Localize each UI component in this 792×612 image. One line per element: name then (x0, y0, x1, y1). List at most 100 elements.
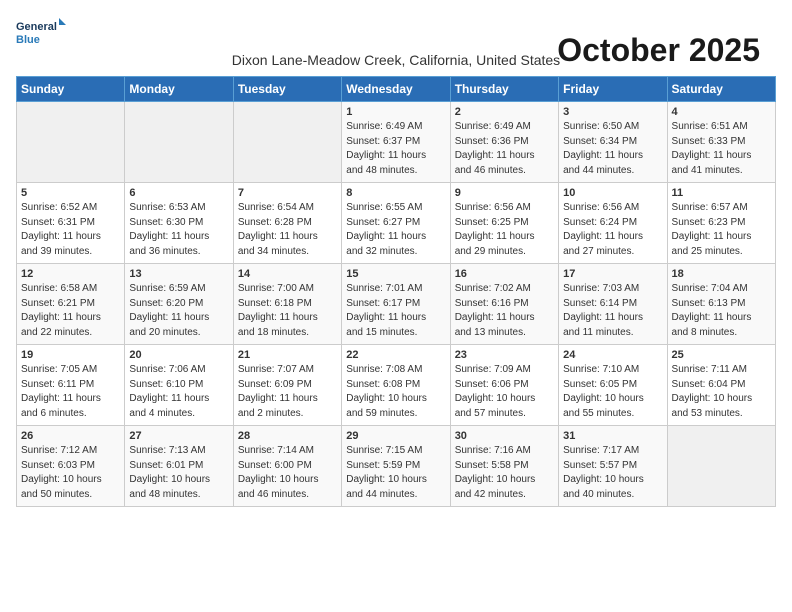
day-cell: 5Sunrise: 6:52 AMSunset: 6:31 PMDaylight… (17, 183, 125, 264)
day-cell: 17 Sunrise: 7:03 AMSunset: 6:14 PMDayligh… (559, 264, 667, 345)
day-info: Sunrise: 7:12 AMSunset: 6:03 PMDaylight:… (21, 444, 120, 502)
day-cell: 2 Sunrise: 6:49 AMSunset: 6:36 PMDaylight… (450, 102, 558, 183)
day-cell: 3 Sunrise: 6:50 AMSunset: 6:34 PMDaylight… (559, 102, 667, 183)
day-info: Sunrise: 6:56 AMSunset: 6:24 PMDaylight:… (563, 201, 662, 259)
day-cell: 10 Sunrise: 6:56 AMSunset: 6:24 PMDayligh… (559, 183, 667, 264)
month-title: October 2025 (557, 32, 760, 69)
day-number: 31 (563, 430, 662, 442)
day-number: 21 (238, 349, 337, 361)
day-number: 9 (455, 187, 554, 199)
day-cell: 11 Sunrise: 6:57 AMSunset: 6:23 PMDayligh… (667, 183, 775, 264)
day-number: 3 (563, 106, 662, 118)
day-info: Sunrise: 6:59 AMSunset: 6:20 PMDaylight:… (129, 282, 228, 340)
day-number: 23 (455, 349, 554, 361)
day-number: 25 (672, 349, 771, 361)
day-cell (125, 102, 233, 183)
day-info: Sunrise: 7:04 AMSunset: 6:13 PMDaylight:… (672, 282, 771, 340)
day-number: 18 (672, 268, 771, 280)
day-number: 12 (21, 268, 120, 280)
day-number: 7 (238, 187, 337, 199)
header-sunday: Sunday (17, 77, 125, 102)
day-info: Sunrise: 6:49 AMSunset: 6:36 PMDaylight:… (455, 120, 554, 178)
day-cell: 20Sunrise: 7:06 AMSunset: 6:10 PMDayligh… (125, 345, 233, 426)
day-cell: 26 Sunrise: 7:12 AMSunset: 6:03 PMDayligh… (17, 426, 125, 507)
day-info: Sunrise: 6:49 AMSunset: 6:37 PMDaylight:… (346, 120, 445, 178)
day-cell: 25 Sunrise: 7:11 AMSunset: 6:04 PMDayligh… (667, 345, 775, 426)
day-info: Sunrise: 6:57 AMSunset: 6:23 PMDaylight:… (672, 201, 771, 259)
day-number: 2 (455, 106, 554, 118)
day-info: Sunrise: 7:07 AMSunset: 6:09 PMDaylight:… (238, 363, 337, 421)
day-number: 27 (129, 430, 228, 442)
day-number: 1 (346, 106, 445, 118)
day-cell: 19 Sunrise: 7:05 AMSunset: 6:11 PMDayligh… (17, 345, 125, 426)
header-monday: Monday (125, 77, 233, 102)
day-number: 16 (455, 268, 554, 280)
logo-svg: General Blue (16, 16, 66, 48)
day-number: 4 (672, 106, 771, 118)
day-number: 10 (563, 187, 662, 199)
day-cell: 13 Sunrise: 6:59 AMSunset: 6:20 PMDayligh… (125, 264, 233, 345)
day-number: 28 (238, 430, 337, 442)
day-info: Sunrise: 7:00 AMSunset: 6:18 PMDaylight:… (238, 282, 337, 340)
day-cell: 4 Sunrise: 6:51 AMSunset: 6:33 PMDaylight… (667, 102, 775, 183)
day-number: 14 (238, 268, 337, 280)
day-info: Sunrise: 7:11 AMSunset: 6:04 PMDaylight:… (672, 363, 771, 421)
day-number: 15 (346, 268, 445, 280)
day-cell: 18 Sunrise: 7:04 AMSunset: 6:13 PMDayligh… (667, 264, 775, 345)
day-cell: 15 Sunrise: 7:01 AMSunset: 6:17 PMDayligh… (342, 264, 450, 345)
day-number: 17 (563, 268, 662, 280)
day-number: 29 (346, 430, 445, 442)
week-row-3: 12 Sunrise: 6:58 AMSunset: 6:21 PMDayligh… (17, 264, 776, 345)
day-cell: 12 Sunrise: 6:58 AMSunset: 6:21 PMDayligh… (17, 264, 125, 345)
day-cell (667, 426, 775, 507)
week-row-2: 5Sunrise: 6:52 AMSunset: 6:31 PMDaylight… (17, 183, 776, 264)
day-number: 30 (455, 430, 554, 442)
day-cell: 8 Sunrise: 6:55 AMSunset: 6:27 PMDaylight… (342, 183, 450, 264)
day-cell (17, 102, 125, 183)
day-info: Sunrise: 6:53 AMSunset: 6:30 PMDaylight:… (129, 201, 228, 259)
svg-text:Blue: Blue (16, 34, 40, 46)
day-info: Sunrise: 7:01 AMSunset: 6:17 PMDaylight:… (346, 282, 445, 340)
day-cell: 23 Sunrise: 7:09 AMSunset: 6:06 PMDayligh… (450, 345, 558, 426)
day-info: Sunrise: 7:14 AMSunset: 6:00 PMDaylight:… (238, 444, 337, 502)
day-number: 24 (563, 349, 662, 361)
day-cell: 24 Sunrise: 7:10 AMSunset: 6:05 PMDayligh… (559, 345, 667, 426)
calendar-table: SundayMondayTuesdayWednesdayThursdayFrid… (16, 76, 776, 507)
day-info: Sunrise: 7:03 AMSunset: 6:14 PMDaylight:… (563, 282, 662, 340)
day-cell: 9 Sunrise: 6:56 AMSunset: 6:25 PMDaylight… (450, 183, 558, 264)
day-cell: 1 Sunrise: 6:49 AMSunset: 6:37 PMDaylight… (342, 102, 450, 183)
day-info: Sunrise: 6:51 AMSunset: 6:33 PMDaylight:… (672, 120, 771, 178)
day-number: 19 (21, 349, 120, 361)
week-row-5: 26 Sunrise: 7:12 AMSunset: 6:03 PMDayligh… (17, 426, 776, 507)
day-info: Sunrise: 6:55 AMSunset: 6:27 PMDaylight:… (346, 201, 445, 259)
day-number: 11 (672, 187, 771, 199)
day-info: Sunrise: 7:09 AMSunset: 6:06 PMDaylight:… (455, 363, 554, 421)
day-cell: 16Sunrise: 7:02 AMSunset: 6:16 PMDayligh… (450, 264, 558, 345)
day-info: Sunrise: 7:15 AMSunset: 5:59 PMDaylight:… (346, 444, 445, 502)
svg-text:General: General (16, 21, 57, 33)
day-info: Sunrise: 7:05 AMSunset: 6:11 PMDaylight:… (21, 363, 120, 421)
day-number: 5 (21, 187, 120, 199)
day-info: Sunrise: 6:50 AMSunset: 6:34 PMDaylight:… (563, 120, 662, 178)
day-number: 13 (129, 268, 228, 280)
header-thursday: Thursday (450, 77, 558, 102)
day-info: Sunrise: 6:56 AMSunset: 6:25 PMDaylight:… (455, 201, 554, 259)
header-friday: Friday (559, 77, 667, 102)
day-cell: 14 Sunrise: 7:00 AMSunset: 6:18 PMDayligh… (233, 264, 341, 345)
header-tuesday: Tuesday (233, 77, 341, 102)
day-info: Sunrise: 7:16 AMSunset: 5:58 PMDaylight:… (455, 444, 554, 502)
day-cell: 27Sunrise: 7:13 AMSunset: 6:01 PMDayligh… (125, 426, 233, 507)
header-row: SundayMondayTuesdayWednesdayThursdayFrid… (17, 77, 776, 102)
day-info: Sunrise: 7:10 AMSunset: 6:05 PMDaylight:… (563, 363, 662, 421)
day-number: 22 (346, 349, 445, 361)
day-number: 20 (129, 349, 228, 361)
day-info: Sunrise: 6:54 AMSunset: 6:28 PMDaylight:… (238, 201, 337, 259)
week-row-4: 19 Sunrise: 7:05 AMSunset: 6:11 PMDayligh… (17, 345, 776, 426)
day-cell: 6Sunrise: 6:53 AMSunset: 6:30 PMDaylight… (125, 183, 233, 264)
day-info: Sunrise: 6:58 AMSunset: 6:21 PMDaylight:… (21, 282, 120, 340)
day-number: 8 (346, 187, 445, 199)
title-section: October 2025 (557, 32, 760, 69)
day-info: Sunrise: 7:17 AMSunset: 5:57 PMDaylight:… (563, 444, 662, 502)
header-saturday: Saturday (667, 77, 775, 102)
day-number: 26 (21, 430, 120, 442)
